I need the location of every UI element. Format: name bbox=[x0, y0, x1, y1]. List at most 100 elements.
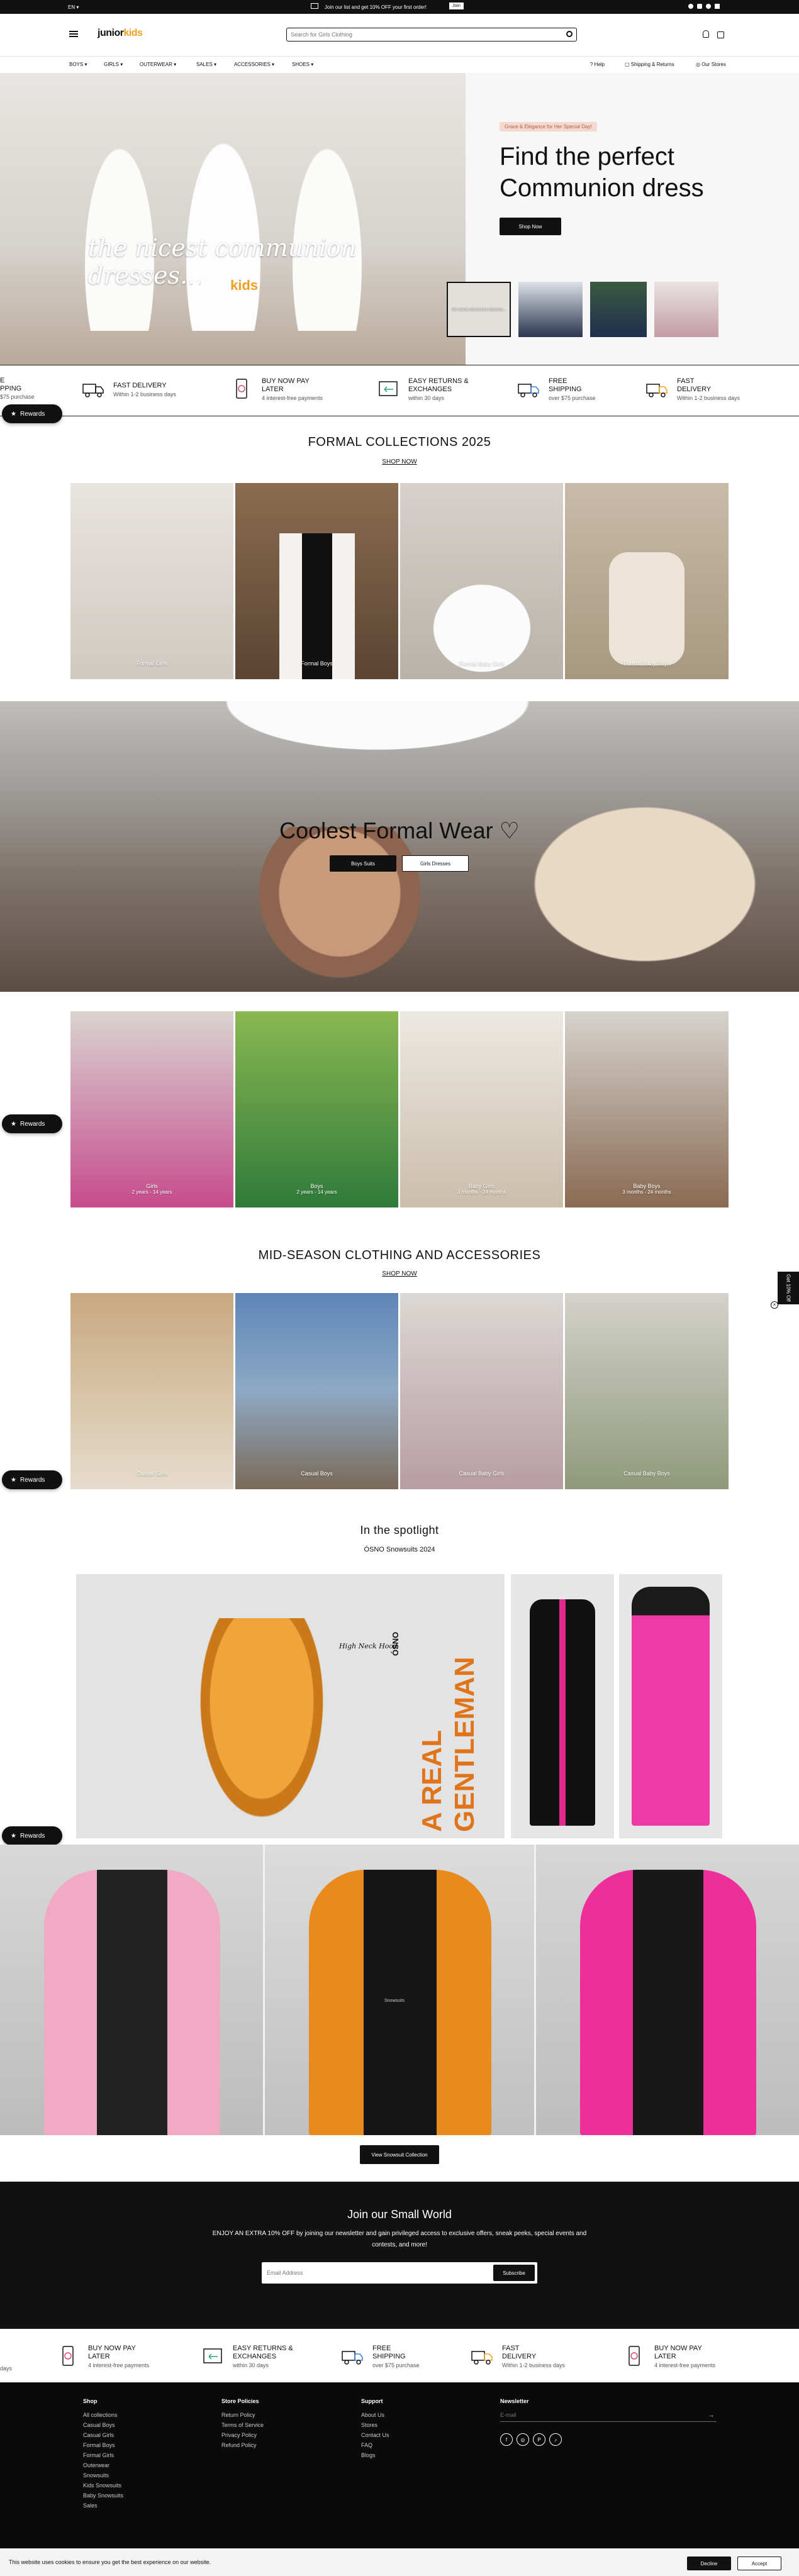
formal-shop-now-link[interactable]: SHOP NOW bbox=[0, 458, 799, 465]
footer-link[interactable]: Baby Snowsuits bbox=[83, 2492, 123, 2499]
spotlight-side-image-2[interactable] bbox=[619, 1574, 722, 1838]
snowsuit-image-orange[interactable]: Snowsuits bbox=[265, 1845, 534, 2135]
rewards-button[interactable]: ★ Rewards bbox=[2, 404, 62, 423]
spotlight-main-image[interactable]: High Neck Hood ÓSNO A REAL GENTLEMAN bbox=[76, 1574, 505, 1838]
age-card[interactable]: Boys 2 years - 14 years bbox=[235, 1011, 398, 1208]
cart-icon[interactable] bbox=[717, 31, 724, 38]
rewards-label: Rewards bbox=[20, 410, 45, 418]
nav-girls[interactable]: GIRLS ▾ bbox=[104, 62, 123, 67]
promo-join-button[interactable]: Join bbox=[449, 3, 464, 9]
snowsuit-image-pink[interactable] bbox=[0, 1845, 263, 2135]
arrow-right-icon[interactable]: → bbox=[708, 2412, 714, 2418]
nav-stores[interactable]: ◎ Our Stores bbox=[696, 62, 726, 67]
formal-card[interactable]: Formal Baby Boys bbox=[565, 483, 729, 679]
rewards-button[interactable]: ★ Rewards bbox=[2, 1470, 62, 1489]
facebook-icon[interactable] bbox=[688, 4, 693, 9]
snowsuit-image-magenta[interactable] bbox=[536, 1845, 799, 2135]
age-card[interactable]: Baby Girls 3 months - 24 months bbox=[400, 1011, 563, 1208]
tiktok-icon[interactable]: ♪ bbox=[549, 2433, 562, 2446]
footer-link[interactable]: Stores bbox=[361, 2422, 389, 2428]
nav-sales[interactable]: SALES ▾ bbox=[196, 62, 216, 67]
footer-link[interactable]: Kids Snowsuits bbox=[83, 2482, 123, 2489]
baby-suit bbox=[609, 552, 684, 665]
formal-card[interactable]: Formal Boys bbox=[235, 483, 398, 679]
hero-thumb-3[interactable] bbox=[590, 282, 647, 337]
banner-dress-hem bbox=[201, 701, 554, 758]
hero-shop-now-button[interactable]: Shop Now bbox=[500, 218, 561, 235]
footer-link[interactable]: Refund Policy bbox=[221, 2442, 264, 2448]
newsletter-email-input[interactable] bbox=[267, 2263, 481, 2282]
nav-outerwear[interactable]: OUTERWEAR ▾ bbox=[140, 62, 176, 67]
rewards-button[interactable]: ★ Rewards bbox=[2, 1826, 62, 1845]
midseason-card[interactable]: Casual Baby Boys bbox=[565, 1293, 729, 1489]
spotlight-side-image-1[interactable] bbox=[511, 1574, 614, 1838]
nav-shipping[interactable]: ▢ Shipping & Returns bbox=[625, 62, 674, 67]
nav-accessories-label: ACCESSORIES bbox=[234, 62, 271, 67]
nav-boys[interactable]: BOYS ▾ bbox=[69, 62, 87, 67]
age-card[interactable]: Girls 2 years - 14 years bbox=[70, 1011, 233, 1208]
age-card[interactable]: Baby Boys 3 months - 24 months bbox=[565, 1011, 729, 1208]
midseason-card[interactable]: Casual Boys bbox=[235, 1293, 398, 1489]
footer-link[interactable]: Privacy Policy bbox=[221, 2432, 264, 2438]
nav-help[interactable]: ? Help bbox=[590, 62, 605, 67]
language-selector[interactable]: EN ▾ bbox=[68, 4, 79, 10]
footer-link[interactable]: Casual Boys bbox=[83, 2422, 123, 2428]
footer-link[interactable]: Contact Us bbox=[361, 2432, 389, 2438]
feature-edge-sub: $75 purchase bbox=[0, 394, 35, 400]
footer-link[interactable]: Blogs bbox=[361, 2452, 389, 2458]
cookie-decline-button[interactable]: Decline bbox=[687, 2557, 731, 2570]
star-icon: ★ bbox=[11, 1832, 16, 1840]
footer-link[interactable]: Return Policy bbox=[221, 2412, 264, 2418]
footer-link[interactable]: Sales bbox=[83, 2502, 123, 2509]
close-icon[interactable]: × bbox=[771, 1301, 778, 1309]
search-input[interactable] bbox=[291, 28, 555, 41]
facebook-icon[interactable]: f bbox=[500, 2433, 513, 2446]
feature2-free-shipping: FREE SHIPPING over $75 purchase bbox=[340, 2344, 420, 2369]
footer-link[interactable]: Casual Girls bbox=[83, 2432, 123, 2438]
hero-title-1: Find the perfect bbox=[500, 143, 674, 170]
newsletter-subscribe-button[interactable]: Subscribe bbox=[493, 2265, 535, 2281]
hero-logo: juniorkids bbox=[192, 277, 258, 294]
footer-link[interactable]: Terms of Service bbox=[221, 2422, 264, 2428]
hero-thumb-2[interactable] bbox=[518, 282, 583, 337]
formal-wear-banner: Coolest Formal Wear ♡ Boys Suits Girls D… bbox=[0, 701, 799, 992]
tiktok-icon[interactable] bbox=[715, 4, 720, 9]
footer-link[interactable]: All collections bbox=[83, 2412, 123, 2418]
account-icon[interactable] bbox=[703, 30, 709, 38]
banner-girls-button[interactable]: Girls Dresses bbox=[402, 855, 469, 872]
midseason-shop-now-link[interactable]: SHOP NOW bbox=[0, 1270, 799, 1277]
pinterest-icon[interactable] bbox=[706, 4, 711, 9]
hero-thumb-4[interactable] bbox=[654, 282, 718, 337]
rewards-button[interactable]: ★ Rewards bbox=[2, 1114, 62, 1133]
nav-shoes[interactable]: SHOES ▾ bbox=[292, 62, 313, 67]
menu-icon[interactable] bbox=[69, 31, 78, 37]
midseason-card[interactable]: Casual Baby Girls bbox=[400, 1293, 563, 1489]
age-card-label: Baby Girls bbox=[468, 1183, 495, 1189]
footer-link[interactable]: FAQ bbox=[361, 2442, 389, 2448]
cookie-accept-button[interactable]: Accept bbox=[737, 2557, 781, 2570]
instagram-icon[interactable] bbox=[697, 4, 702, 9]
formal-card[interactable]: Formal Girls bbox=[70, 483, 233, 679]
footer-link[interactable]: Snowsuits bbox=[83, 2472, 123, 2479]
nav-accessories[interactable]: ACCESSORIES ▾ bbox=[234, 62, 274, 67]
banner-boys-button[interactable]: Boys Suits bbox=[330, 855, 396, 872]
search-icon[interactable] bbox=[566, 31, 573, 37]
formal-card[interactable]: Formal Baby Girls bbox=[400, 483, 563, 679]
instagram-icon[interactable]: ◎ bbox=[517, 2433, 529, 2446]
formal-grid: Formal Girls Formal Boys Formal Baby Gir… bbox=[70, 483, 729, 679]
footer-link[interactable]: About Us bbox=[361, 2412, 389, 2418]
formal-title: FORMAL COLLECTIONS 2025 bbox=[308, 435, 491, 449]
footer-link[interactable]: Outerwear bbox=[83, 2462, 123, 2468]
features-row-2: days BUY NOW PAY LATER 4 interest-free pa… bbox=[0, 2329, 799, 2383]
feature2-pay-later-repeat: BUY NOW PAY LATER 4 interest-free payment… bbox=[622, 2344, 715, 2369]
logo[interactable]: juniorkids bbox=[98, 28, 143, 39]
search-bar[interactable] bbox=[286, 28, 577, 42]
midseason-card[interactable]: Casual Girls bbox=[70, 1293, 233, 1489]
footer-link[interactable]: Formal Girls bbox=[83, 2452, 123, 2458]
footer-email-input[interactable] bbox=[500, 2412, 689, 2418]
footer-link[interactable]: Formal Boys bbox=[83, 2442, 123, 2448]
hero-thumb-1[interactable]: the nicest communion dresses... bbox=[447, 282, 511, 337]
pinterest-icon[interactable]: P bbox=[533, 2433, 545, 2446]
view-snowsuit-collection-button[interactable]: View Snowsuit Collection bbox=[360, 2145, 439, 2164]
hero-image[interactable]: the nicest communion dresses... juniorki… bbox=[0, 73, 466, 365]
